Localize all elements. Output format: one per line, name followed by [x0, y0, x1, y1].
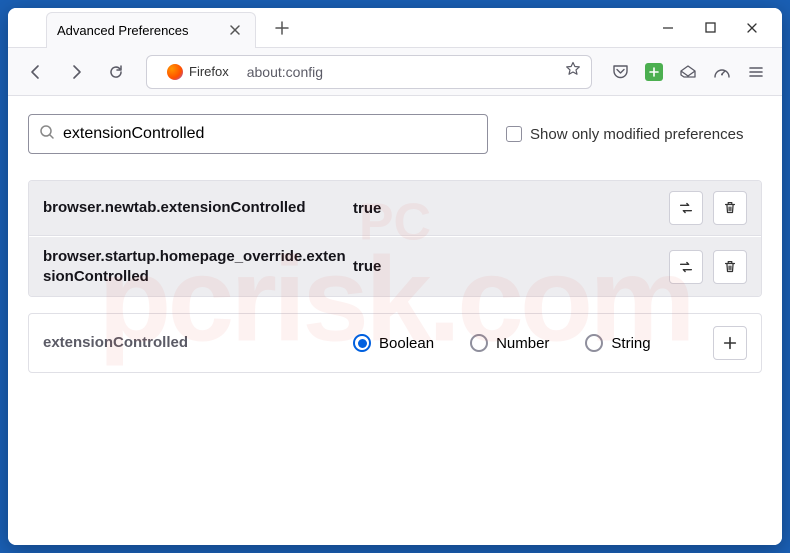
- plus-icon: [275, 21, 289, 35]
- new-preference-name: extensionControlled: [43, 333, 353, 353]
- type-label: Number: [496, 335, 549, 352]
- radio-icon: [353, 334, 371, 352]
- add-preference-button[interactable]: [713, 326, 747, 360]
- delete-button[interactable]: [713, 250, 747, 284]
- preference-list: browser.newtab.extensionControlled true …: [28, 180, 762, 297]
- inbox-icon: [679, 63, 697, 81]
- search-box[interactable]: [28, 114, 488, 154]
- app-menu-button[interactable]: [746, 62, 766, 82]
- tab-title: Advanced Preferences: [57, 23, 189, 38]
- hamburger-icon: [748, 64, 764, 80]
- inbox-button[interactable]: [678, 62, 698, 82]
- show-only-label: Show only modified preferences: [530, 126, 743, 143]
- close-icon: [746, 22, 758, 34]
- forward-button[interactable]: [60, 56, 92, 88]
- toggle-icon: [678, 259, 694, 275]
- type-option-number[interactable]: Number: [470, 334, 549, 352]
- bookmark-star-button[interactable]: [565, 61, 581, 82]
- minimize-icon: [662, 22, 674, 34]
- identity-badge[interactable]: Firefox: [157, 62, 239, 82]
- toggle-icon: [678, 200, 694, 216]
- extensions-button[interactable]: [644, 62, 664, 82]
- pocket-icon: [612, 63, 629, 80]
- trash-icon: [722, 200, 738, 216]
- preference-actions: [669, 250, 747, 284]
- maximize-button[interactable]: [700, 18, 720, 38]
- type-option-boolean[interactable]: Boolean: [353, 334, 434, 352]
- type-label: String: [611, 335, 650, 352]
- trash-icon: [722, 259, 738, 275]
- maximize-icon: [705, 22, 716, 33]
- type-radio-group: Boolean Number String: [353, 334, 713, 352]
- url-text: about:config: [247, 64, 557, 80]
- delete-button[interactable]: [713, 191, 747, 225]
- plus-icon: [722, 335, 738, 351]
- search-input[interactable]: [63, 125, 477, 143]
- identity-label: Firefox: [189, 64, 229, 79]
- back-button[interactable]: [20, 56, 52, 88]
- tab-close-button[interactable]: [225, 20, 245, 40]
- close-icon: [229, 24, 241, 36]
- checkbox-icon: [506, 126, 522, 142]
- browser-tab[interactable]: Advanced Preferences: [46, 12, 256, 48]
- preference-value: true: [353, 200, 669, 217]
- preference-actions: [669, 191, 747, 225]
- preference-value: true: [353, 258, 669, 275]
- window-controls: [658, 18, 782, 38]
- toolbar: Firefox about:config: [8, 48, 782, 96]
- url-bar[interactable]: Firefox about:config: [146, 55, 592, 89]
- pocket-button[interactable]: [610, 62, 630, 82]
- show-only-modified-option[interactable]: Show only modified preferences: [506, 126, 743, 143]
- reload-button[interactable]: [100, 56, 132, 88]
- new-tab-button[interactable]: [268, 14, 296, 42]
- preference-name: browser.newtab.extensionControlled: [43, 198, 353, 218]
- toolbar-icons: [606, 62, 770, 82]
- new-preference-row: extensionControlled Boolean Number Strin…: [28, 313, 762, 373]
- radio-icon: [470, 334, 488, 352]
- close-window-button[interactable]: [742, 18, 762, 38]
- radio-icon: [585, 334, 603, 352]
- reload-icon: [108, 64, 124, 80]
- star-icon: [565, 61, 581, 77]
- arrow-left-icon: [28, 64, 44, 80]
- preference-row[interactable]: browser.newtab.extensionControlled true: [29, 181, 761, 236]
- browser-window: Advanced Preferences Firefox about:confi…: [8, 8, 782, 545]
- profile-button[interactable]: [712, 62, 732, 82]
- type-label: Boolean: [379, 335, 434, 352]
- search-icon: [39, 124, 55, 145]
- firefox-logo-icon: [167, 64, 183, 80]
- about-config-content: Show only modified preferences browser.n…: [8, 96, 782, 545]
- search-row: Show only modified preferences: [28, 114, 762, 154]
- type-option-string[interactable]: String: [585, 334, 650, 352]
- gauge-icon: [713, 63, 731, 81]
- toggle-button[interactable]: [669, 191, 703, 225]
- preference-name: browser.startup.homepage_override.extens…: [43, 247, 353, 286]
- minimize-button[interactable]: [658, 18, 678, 38]
- arrow-right-icon: [68, 64, 84, 80]
- titlebar: Advanced Preferences: [8, 8, 782, 48]
- preference-row[interactable]: browser.startup.homepage_override.extens…: [29, 237, 761, 296]
- toggle-button[interactable]: [669, 250, 703, 284]
- extension-icon: [645, 63, 663, 81]
